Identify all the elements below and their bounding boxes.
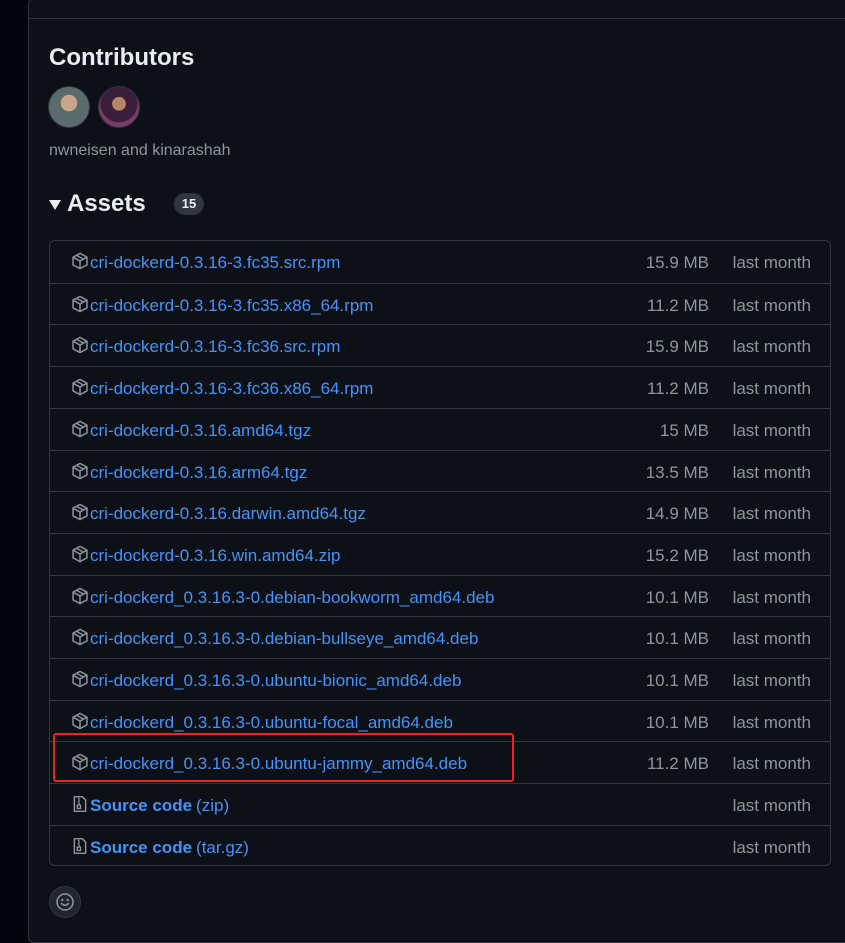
asset-download-link[interactable]: cri-dockerd-0.3.16.win.amd64.zip <box>90 546 340 566</box>
asset-date: last month <box>732 253 811 272</box>
package-icon <box>71 587 89 605</box>
source-code-format: (tar.gz) <box>196 837 249 857</box>
asset-size: 11.2 MB <box>646 295 709 315</box>
package-icon <box>71 252 89 270</box>
asset-row: cri-dockerd-0.3.16-3.fc36.x86_64.rpm 11.2… <box>50 366 830 408</box>
asset-date: last month <box>732 379 811 399</box>
source-code-link[interactable]: Source code (zip) <box>90 796 229 816</box>
asset-download-link[interactable]: cri-dockerd_0.3.16.3-0.debian-bullseye_a… <box>90 629 478 649</box>
asset-download-link[interactable]: cri-dockerd-0.3.16.amd64.tgz <box>90 421 311 441</box>
asset-date: last month <box>732 796 811 816</box>
assets-list: cri-dockerd-0.3.16-3.fc35.src.rpm 15.9 MB… <box>49 240 831 866</box>
package-icon <box>71 420 89 438</box>
asset-row: cri-dockerd-0.3.16.darwin.amd64.tgz 14.9 … <box>50 491 830 533</box>
package-icon <box>71 712 89 730</box>
asset-size: 15.9 MB <box>645 337 709 357</box>
asset-size: 10.1 MB <box>645 629 709 649</box>
asset-date: last month <box>732 295 811 315</box>
smiley-icon <box>56 893 74 911</box>
asset-size: 15.2 MB <box>645 545 709 565</box>
source-code-format: (zip) <box>196 796 230 816</box>
asset-row: cri-dockerd-0.3.16-3.fc35.x86_64.rpm 11.2… <box>50 282 830 325</box>
asset-size: 13.5 MB <box>645 462 709 482</box>
package-icon <box>71 378 89 396</box>
asset-date: last month <box>732 337 811 357</box>
section-divider <box>28 18 845 19</box>
asset-size: 15.9 MB <box>645 253 709 272</box>
asset-size: 10.1 MB <box>645 712 709 732</box>
asset-download-link[interactable]: cri-dockerd_0.3.16.3-0.ubuntu-focal_amd6… <box>90 713 453 733</box>
asset-row: cri-dockerd-0.3.16.win.amd64.zip 15.2 MB l… <box>50 532 830 575</box>
asset-size: 15 MB <box>659 420 709 440</box>
source-code-row: Source code (tar.gz) last month <box>50 824 830 865</box>
assets-count-badge: 15 <box>173 193 205 215</box>
asset-row: cri-dockerd-0.3.16.amd64.tgz 15 MB last mo… <box>50 407 830 450</box>
asset-date: last month <box>732 754 811 774</box>
asset-size: 11.2 MB <box>646 754 709 774</box>
contributors-title: Contributors <box>49 44 195 71</box>
asset-date: last month <box>732 837 811 857</box>
asset-size: 14.9 MB <box>645 504 709 524</box>
assets-toggle[interactable]: Assets 15 <box>49 190 205 218</box>
asset-date: last month <box>732 712 811 732</box>
file-zip-icon <box>71 837 89 855</box>
asset-download-link[interactable]: cri-dockerd_0.3.16.3-0.ubuntu-bionic_amd… <box>90 671 461 691</box>
asset-row: cri-dockerd-0.3.16-3.fc36.src.rpm 15.9 MB… <box>50 324 830 366</box>
asset-download-link[interactable]: cri-dockerd_0.3.16.3-0.debian-bookworm_a… <box>90 588 494 608</box>
asset-row: cri-dockerd-0.3.16.arm64.tgz 13.5 MB last … <box>50 449 830 492</box>
asset-download-link[interactable]: cri-dockerd-0.3.16.arm64.tgz <box>90 463 307 483</box>
avatar[interactable] <box>48 86 90 128</box>
avatar[interactable] <box>98 86 140 128</box>
asset-date: last month <box>732 545 811 565</box>
asset-row: cri-dockerd_0.3.16.3-0.debian-bookworm_a… <box>50 574 830 617</box>
asset-download-link[interactable]: cri-dockerd-0.3.16-3.fc35.x86_64.rpm <box>90 296 373 316</box>
caret-down-icon <box>49 200 61 210</box>
asset-date: last month <box>732 629 811 649</box>
source-code-label: Source code <box>90 837 193 857</box>
asset-row: cri-dockerd_0.3.16.3-0.ubuntu-bionic_amd… <box>50 658 830 700</box>
add-reaction-button[interactable] <box>49 886 81 918</box>
asset-size: 10.1 MB <box>645 671 709 690</box>
package-icon <box>71 462 89 480</box>
asset-download-link[interactable]: cri-dockerd-0.3.16.darwin.amd64.tgz <box>90 504 366 524</box>
package-icon <box>71 753 89 771</box>
asset-date: last month <box>732 671 811 690</box>
asset-row: cri-dockerd_0.3.16.3-0.ubuntu-jammy_amd6… <box>50 741 830 783</box>
source-code-link[interactable]: Source code (tar.gz) <box>90 838 249 858</box>
asset-date: last month <box>732 462 811 482</box>
asset-download-link[interactable]: cri-dockerd-0.3.16-3.fc36.src.rpm <box>90 337 340 357</box>
package-icon <box>71 670 89 688</box>
package-icon <box>71 295 89 313</box>
package-icon <box>71 336 89 354</box>
source-code-label: Source code <box>90 796 193 816</box>
asset-row: cri-dockerd-0.3.16-3.fc35.src.rpm 15.9 MB… <box>50 241 830 283</box>
asset-download-link[interactable]: cri-dockerd_0.3.16.3-0.ubuntu-jammy_amd6… <box>90 754 467 774</box>
asset-download-link[interactable]: cri-dockerd-0.3.16-3.fc36.x86_64.rpm <box>90 379 373 399</box>
assets-title: Assets <box>67 190 146 217</box>
asset-size: 10.1 MB <box>645 587 709 607</box>
package-icon <box>71 628 89 646</box>
asset-download-link[interactable]: cri-dockerd-0.3.16-3.fc35.src.rpm <box>90 253 340 273</box>
asset-row: cri-dockerd_0.3.16.3-0.ubuntu-focal_amd6… <box>50 699 830 742</box>
contributors-names: nwneisen and kinarashah <box>49 142 231 159</box>
asset-row: cri-dockerd_0.3.16.3-0.debian-bullseye_a… <box>50 616 830 658</box>
asset-date: last month <box>732 420 811 440</box>
asset-date: last month <box>732 504 811 524</box>
package-icon <box>71 545 89 563</box>
asset-size: 11.2 MB <box>646 379 709 399</box>
source-code-row: Source code (zip) last month <box>50 783 830 825</box>
file-zip-icon <box>71 795 89 813</box>
package-icon <box>71 503 89 521</box>
asset-date: last month <box>732 587 811 607</box>
